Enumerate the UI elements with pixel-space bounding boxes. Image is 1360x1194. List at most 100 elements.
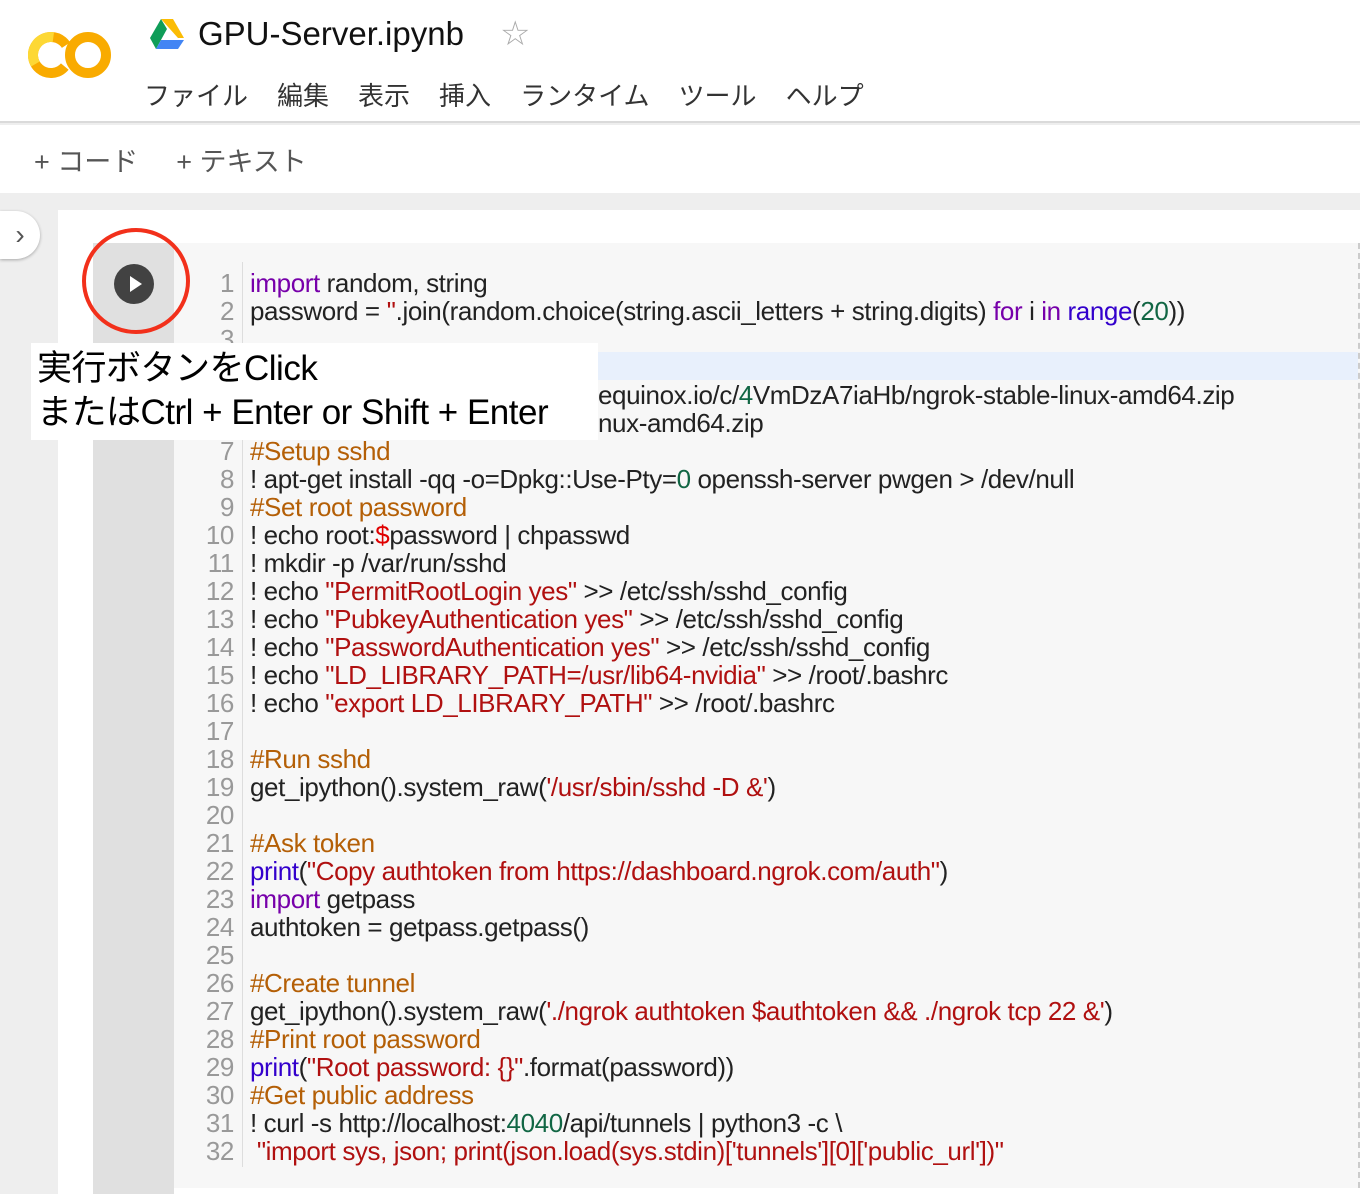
code-text: #Run sshd [250, 744, 371, 774]
code-text: password = ''.join(random.choice(string.… [250, 296, 1185, 326]
code-line[interactable]: 8 ! apt-get install -qq -o=Dpkg::Use-Pty=… [174, 464, 1075, 494]
code-line[interactable]: 16 ! echo "export LD_LIBRARY_PATH" >> /ro… [174, 689, 835, 717]
code-line[interactable]: 14 ! echo "PasswordAuthentication yes" >>… [174, 633, 930, 661]
code-line[interactable]: 24 authtoken = getpass.getpass() [174, 913, 589, 941]
code-text: ! echo root:$password | chpasswd [250, 520, 630, 550]
code-line[interactable]: 30 #Get public address [174, 1081, 474, 1109]
code-line[interactable]: 18 #Run sshd [174, 745, 371, 773]
menu-insert[interactable]: 挿入 [439, 76, 491, 113]
code-token: #Setup sshd [250, 436, 391, 466]
code-token: )) [1168, 296, 1185, 326]
line-number: 21 [205, 828, 235, 858]
line-number: 26 [205, 968, 235, 998]
code-line[interactable]: 2 password = ''.join(random.choice(string… [174, 297, 1185, 325]
code-token: range [1067, 296, 1133, 326]
code-text: ! echo "PubkeyAuthentication yes" >> /et… [250, 604, 904, 634]
code-token: .join(random.choice(string.ascii_letters… [395, 296, 994, 326]
code-token: "export LD_LIBRARY_PATH" [325, 688, 653, 718]
code-line[interactable]: 1 import random, string [174, 268, 488, 298]
google-drive-icon[interactable] [150, 19, 184, 49]
code-line[interactable]: 15 ! echo "LD_LIBRARY_PATH=/usr/lib64-nvi… [174, 661, 948, 689]
line-number: 29 [205, 1052, 235, 1082]
code-text: ! mkdir -p /var/run/sshd [250, 548, 507, 578]
code-text: ! echo "export LD_LIBRARY_PATH" >> /root… [250, 688, 835, 718]
code-line[interactable]: 31 ! curl -s http://localhost:4040/api/tu… [174, 1108, 843, 1138]
code-token: ! curl -s http://localhost: [250, 1108, 507, 1138]
menu-runtime[interactable]: ランタイム [520, 76, 649, 113]
line-number: 13 [205, 604, 235, 634]
code-line[interactable]: 7 #Setup sshd [174, 436, 391, 466]
code-text: #Create tunnel [250, 968, 415, 998]
code-token: ( [298, 1052, 308, 1082]
code-token: ) [767, 772, 777, 802]
code-token: ! echo [250, 604, 326, 634]
code-line[interactable]: 27 get_ipython().system_raw('./ngrok auth… [174, 997, 1113, 1025]
line-number: 18 [205, 744, 235, 774]
code-line[interactable]: 19 get_ipython().system_raw('/usr/sbin/ss… [174, 773, 776, 801]
code-line[interactable]: 17 [174, 717, 250, 745]
code-token: password = [250, 296, 387, 326]
code-token: ! apt-get install -qq -o=Dpkg::Use-Pty= [250, 464, 677, 494]
menu-help[interactable]: ヘルプ [786, 76, 864, 113]
code-token: 0 [676, 464, 691, 494]
code-token: #Ask token [250, 828, 375, 858]
code-line[interactable]: 10 ! echo root:$password | chpasswd [174, 521, 630, 549]
code-token: get_ipython().system_raw( [250, 772, 547, 802]
menu-edit[interactable]: 編集 [277, 76, 329, 113]
toolbar: + コード + テキスト [0, 125, 1360, 193]
code-text: #Ask token [250, 828, 375, 858]
code-token: >> /root/.bashrc [652, 688, 835, 718]
code-token: #Run sshd [250, 744, 371, 774]
code-text: nux-amd64.zip [598, 409, 764, 437]
line-number: 19 [205, 772, 235, 802]
sidebar-toggle-chevron-icon[interactable]: › [0, 211, 40, 259]
code-text: print("Copy authtoken from https://dashb… [250, 856, 948, 886]
run-button-highlight-circle [82, 228, 190, 334]
code-token: VmDzA7iaHb/ngrok-stable-linux-amd64.zip [752, 380, 1235, 410]
code-line[interactable]: 20 [174, 801, 250, 829]
code-token: import [250, 268, 320, 298]
code-token: ) [939, 856, 949, 886]
notebook-title[interactable]: GPU-Server.ipynb [198, 15, 464, 53]
code-line[interactable]: 29 print("Root password: {}".format(passw… [174, 1053, 734, 1081]
run-instruction-callout: 実行ボタンをClick またはCtrl + Enter or Shift + E… [31, 343, 598, 440]
code-token: password | chpasswd [389, 520, 630, 550]
colab-logo[interactable] [28, 28, 112, 82]
menu-view[interactable]: 表示 [358, 76, 410, 113]
code-token: #Print root password [250, 1024, 481, 1054]
menu-tools[interactable]: ツール [679, 76, 757, 113]
code-line[interactable]: 25 [174, 941, 250, 969]
code-line[interactable]: 23 import getpass [174, 885, 415, 913]
code-text: ! echo "PermitRootLogin yes" >> /etc/ssh… [250, 576, 848, 606]
star-icon[interactable]: ☆ [500, 14, 530, 54]
add-text-button[interactable]: + テキスト [176, 140, 306, 179]
code-token: ( [298, 856, 308, 886]
line-number: 28 [205, 1024, 235, 1054]
code-line[interactable]: 21 #Ask token [174, 829, 375, 857]
menu-file[interactable]: ファイル [144, 76, 248, 113]
code-line[interactable]: 11 ! mkdir -p /var/run/sshd [174, 548, 507, 578]
code-token: ! echo root: [250, 520, 376, 550]
code-token: >> /etc/ssh/sshd_config [659, 632, 930, 662]
code-token: equinox.io/c/ [598, 380, 739, 410]
code-token: get_ipython().system_raw( [250, 996, 547, 1026]
code-text: equinox.io/c/4VmDzA7iaHb/ngrok-stable-li… [598, 380, 1235, 410]
code-line[interactable]: 32 "import sys, json; print(json.load(sy… [174, 1137, 1004, 1165]
code-line[interactable]: 26 #Create tunnel [174, 969, 415, 997]
code-line[interactable]: 9 #Set root password [174, 493, 467, 521]
line-number: 8 [219, 464, 234, 494]
code-token: random, string [319, 268, 488, 298]
code-line[interactable]: 22 print("Copy authtoken from https://das… [174, 857, 948, 885]
add-code-button[interactable]: + コード [34, 140, 138, 179]
line-number: 11 [207, 548, 235, 578]
code-token: 4 [738, 380, 753, 410]
header: GPU-Server.ipynb ☆ ファイル 編集 表示 挿入 ランタイム ツ… [0, 0, 1360, 123]
code-text: ! echo "LD_LIBRARY_PATH=/usr/lib64-nvidi… [250, 660, 948, 690]
code-line[interactable]: 13 ! echo "PubkeyAuthentication yes" >> /… [174, 604, 904, 634]
code-line[interactable]: 28 #Print root password [174, 1024, 481, 1054]
callout-line-1: 実行ボタンをClick [37, 349, 318, 388]
code-token: $ [375, 520, 390, 550]
code-line[interactable]: 12 ! echo "PermitRootLogin yes" >> /etc/s… [174, 576, 848, 606]
code-text: #Get public address [250, 1080, 474, 1110]
